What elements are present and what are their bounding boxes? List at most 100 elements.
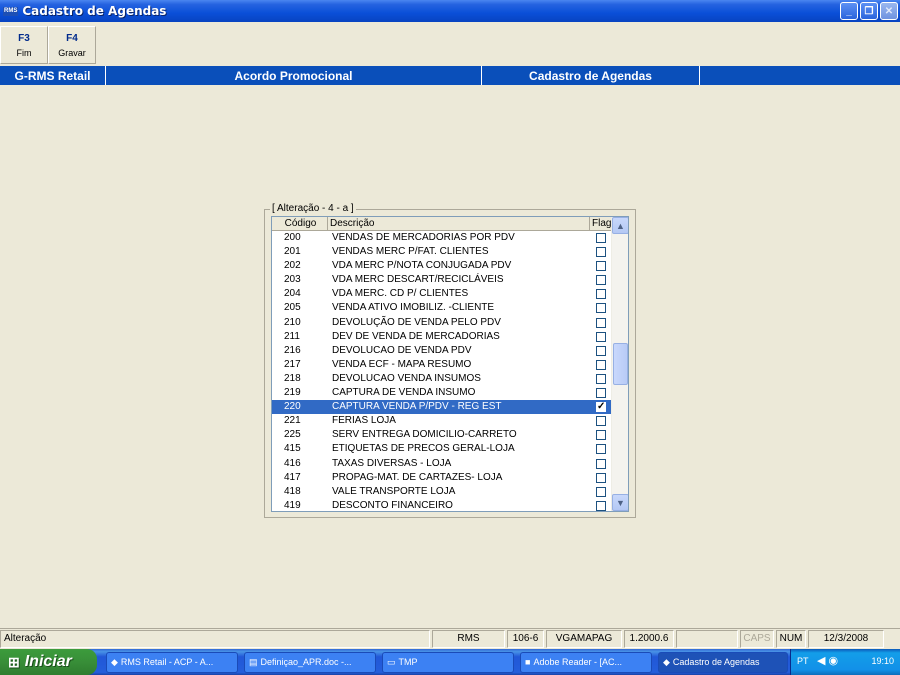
task-label: Adobe Reader - [AC... <box>533 657 622 667</box>
row-description: TAXAS DIVERSAS - LOJA <box>332 457 452 469</box>
status-bar: Alteração RMS 106-6 VGAMAPAG 1.2000.6 CA… <box>0 628 900 648</box>
system-tray: PT ◀ ◉ 19:10 <box>790 649 900 675</box>
taskbar: ⊞ Iniciar ◆ RMS Retail - ACP - A... ▤ De… <box>0 649 900 675</box>
status-date: 12/3/2008 <box>808 630 884 648</box>
row-description: CAPTURA VENDA P/PDV - REG EST <box>332 401 502 413</box>
flag-checkbox[interactable] <box>596 359 606 370</box>
fim-button[interactable]: F3 Fim <box>0 26 48 64</box>
rms-icon: ◆ <box>663 657 670 667</box>
flag-checkbox[interactable] <box>596 247 606 258</box>
window-controls: _ ❐ ✕ <box>840 2 898 20</box>
row-code: 418 <box>284 485 301 497</box>
list-row[interactable]: 204 VDA MERC. CD P/ CLIENTES <box>272 287 612 301</box>
adobe-reader-icon: ■ <box>525 657 531 667</box>
column-descricao[interactable]: Descrição <box>328 217 590 231</box>
gravar-button[interactable]: F4 Gravar <box>48 26 96 64</box>
row-description: DEVOLUCAO VENDA INSUMOS <box>332 372 481 384</box>
list-row[interactable]: 205 VENDA ATIVO IMOBILIZ. -CLIENTE <box>272 301 612 315</box>
groupbox-legend: [ Alteração - 4 - a ] <box>270 203 356 214</box>
flag-checkbox[interactable] <box>596 500 606 511</box>
task-tmp-folder[interactable]: ▭ TMP <box>382 652 514 673</box>
row-description: VENDA ATIVO IMOBILIZ. -CLIENTE <box>332 302 495 314</box>
flag-checkbox[interactable] <box>596 388 606 399</box>
column-codigo[interactable]: Código <box>272 217 328 231</box>
row-code: 417 <box>284 471 301 483</box>
flag-checkbox[interactable] <box>596 430 606 441</box>
language-indicator[interactable]: PT <box>797 656 809 666</box>
flag-checkbox[interactable] <box>596 486 606 497</box>
flag-checkbox[interactable] <box>596 416 606 427</box>
gravar-label: Gravar <box>58 48 86 58</box>
scroll-down-button[interactable]: ▼ <box>612 494 628 511</box>
row-description: CAPTURA DE VENDA INSUMO <box>332 387 476 399</box>
word-doc-icon: ▤ <box>249 657 258 667</box>
list-row[interactable]: 217 VENDA ECF - MAPA RESUMO <box>272 358 612 372</box>
list-row[interactable]: 210 DEVOLUÇÃO DE VENDA PELO PDV <box>272 316 612 330</box>
flag-checkbox[interactable] <box>596 444 606 455</box>
list-row[interactable]: 225 SERV ENTREGA DOMICILIO-CARRETO <box>272 428 612 442</box>
maximize-button[interactable]: ❐ <box>860 2 878 20</box>
start-button[interactable]: ⊞ Iniciar <box>0 649 97 675</box>
flag-checkbox[interactable] <box>596 261 606 272</box>
task-word-doc[interactable]: ▤ Definiçao_APR.doc -... <box>244 652 376 673</box>
list-row[interactable]: 203 VDA MERC DESCART/RECICLÁVEIS <box>272 273 612 287</box>
row-code: 419 <box>284 499 301 511</box>
fim-key: F3 <box>18 33 30 44</box>
list-row[interactable]: 220 CAPTURA VENDA P/PDV - REG EST <box>272 400 612 415</box>
list-row[interactable]: 221 FERIAS LOJA <box>272 414 612 428</box>
list-row[interactable]: 200 VENDAS DE MERCADORIAS POR PDV <box>272 231 612 245</box>
list-row[interactable]: 416 TAXAS DIVERSAS - LOJA <box>272 457 612 471</box>
flag-checkbox[interactable] <box>596 317 606 328</box>
row-description: VENDA ECF - MAPA RESUMO <box>332 358 472 370</box>
vertical-scrollbar[interactable]: ▲ ▼ <box>611 217 628 511</box>
status-mode: Alteração <box>0 630 430 648</box>
row-description: ETIQUETAS DE PRECOS GERAL-LOJA <box>332 443 515 455</box>
list-row[interactable]: 211 DEV DE VENDA DE MERCADORIAS <box>272 330 612 344</box>
row-code: 202 <box>284 260 301 272</box>
list-row[interactable]: 218 DEVOLUCAO VENDA INSUMOS <box>272 372 612 386</box>
flag-checkbox[interactable] <box>596 331 606 342</box>
header-module: Acordo Promocional <box>106 66 482 85</box>
agenda-list[interactable]: Código Descrição Flag 200 VENDAS DE MERCA… <box>271 216 629 512</box>
tray-icons[interactable]: ◀ ◉ <box>817 654 838 667</box>
flag-checkbox[interactable] <box>596 400 606 414</box>
scroll-up-button[interactable]: ▲ <box>612 217 628 234</box>
window-title: Cadastro de Agendas <box>22 4 167 18</box>
row-description: FERIAS LOJA <box>332 415 396 427</box>
status-version: 1.2000.6 <box>624 630 674 648</box>
flag-checkbox[interactable] <box>596 275 606 286</box>
flag-checkbox[interactable] <box>596 289 606 300</box>
list-row[interactable]: 417 PROPAG-MAT. DE CARTAZES- LOJA <box>272 471 612 485</box>
task-cadastro-agendas[interactable]: ◆ Cadastro de Agendas <box>658 652 788 673</box>
flag-checkbox[interactable] <box>596 458 606 469</box>
row-code: 205 <box>284 302 301 314</box>
flag-checkbox[interactable] <box>596 345 606 356</box>
list-row[interactable]: 418 VALE TRANSPORTE LOJA <box>272 485 612 499</box>
header-screen: Cadastro de Agendas <box>482 66 700 85</box>
column-flag[interactable]: Flag <box>590 217 612 231</box>
flag-checkbox[interactable] <box>596 373 606 384</box>
list-row[interactable]: 415 ETIQUETAS DE PRECOS GERAL-LOJA <box>272 442 612 456</box>
minimize-button[interactable]: _ <box>840 2 858 20</box>
list-row[interactable]: 201 VENDAS MERC P/FAT. CLIENTES <box>272 245 612 259</box>
row-description: VENDAS MERC P/FAT. CLIENTES <box>332 246 489 258</box>
task-label: TMP <box>398 657 418 667</box>
list-row[interactable]: 202 VDA MERC P/NOTA CONJUGADA PDV <box>272 259 612 273</box>
status-caps: CAPS <box>740 630 774 648</box>
list-row[interactable]: 216 DEVOLUCAO DE VENDA PDV <box>272 344 612 358</box>
toolbar: F3 Fim F4 Gravar <box>0 24 900 65</box>
task-rms-retail[interactable]: ◆ RMS Retail - ACP - A... <box>106 652 238 673</box>
flag-checkbox[interactable] <box>596 303 606 314</box>
start-label: Iniciar <box>24 653 72 670</box>
row-code: 218 <box>284 372 301 384</box>
list-rows: 200 VENDAS DE MERCADORIAS POR PDV 201 VENDA… <box>272 231 612 511</box>
list-row[interactable]: 219 CAPTURA DE VENDA INSUMO <box>272 386 612 400</box>
flag-checkbox[interactable] <box>596 233 606 243</box>
list-row[interactable]: 419 DESCONTO FINANCEIRO <box>272 499 612 511</box>
row-description: VDA MERC P/NOTA CONJUGADA PDV <box>332 260 512 272</box>
scroll-thumb[interactable] <box>613 343 628 385</box>
flag-checkbox[interactable] <box>596 472 606 483</box>
task-adobe-reader[interactable]: ■ Adobe Reader - [AC... <box>520 652 652 673</box>
close-button[interactable]: ✕ <box>880 2 898 20</box>
row-code: 217 <box>284 358 301 370</box>
